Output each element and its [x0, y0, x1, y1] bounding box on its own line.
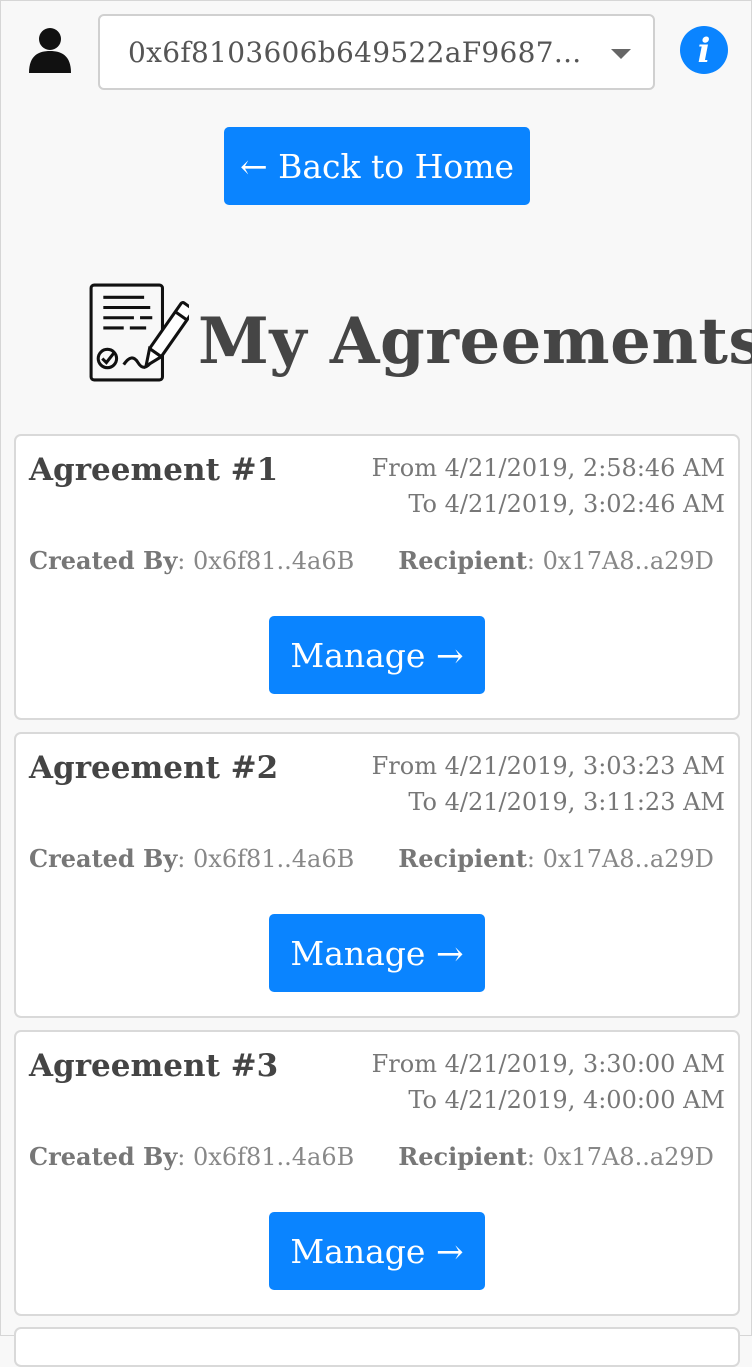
- recipient-value: : 0x17A8..a29D: [526, 845, 714, 873]
- account-select[interactable]: 0x6f8103606b649522aF9687...: [98, 14, 655, 90]
- agreement-title: Agreement #1: [29, 452, 279, 488]
- signed-document-icon: [89, 283, 189, 382]
- agreement-dates: From 4/21/2019, 2:58:46 AM To 4/21/2019,…: [372, 450, 725, 522]
- agreement-meta: Created By: 0x6f81..4a6B Recipient: 0x17A…: [29, 1142, 714, 1171]
- recipient-value: : 0x17A8..a29D: [526, 1143, 714, 1171]
- agreement-title: Agreement #2: [29, 750, 279, 786]
- agreement-to-date: To 4/21/2019, 3:02:46 AM: [408, 490, 725, 518]
- agreement-meta: Created By: 0x6f81..4a6B Recipient: 0x17A…: [29, 546, 714, 575]
- created-by-value: : 0x6f81..4a6B: [177, 547, 355, 575]
- agreement-dates: From 4/21/2019, 3:30:00 AM To 4/21/2019,…: [372, 1046, 725, 1118]
- agreement-meta: Created By: 0x6f81..4a6B Recipient: 0x17A…: [29, 844, 714, 873]
- recipient-label: Recipient: [398, 1142, 527, 1171]
- back-to-home-button[interactable]: ← Back to Home: [224, 127, 530, 205]
- manage-button[interactable]: Manage →: [269, 914, 485, 992]
- agreement-from-date: From 4/21/2019, 2:58:46 AM: [371, 454, 725, 482]
- created-by-label: Created By: [29, 546, 178, 575]
- recipient-value: : 0x17A8..a29D: [526, 547, 714, 575]
- top-bar: 0x6f8103606b649522aF9687... i: [1, 1, 752, 101]
- agreement-to-date: To 4/21/2019, 4:00:00 AM: [408, 1086, 725, 1114]
- page-title: My Agreements: [198, 304, 752, 379]
- recipient-label: Recipient: [398, 844, 527, 873]
- agreement-from-date: From 4/21/2019, 3:30:00 AM: [371, 1050, 725, 1078]
- created-by-label: Created By: [29, 1142, 178, 1171]
- agreement-title: Agreement #3: [29, 1048, 279, 1084]
- user-icon[interactable]: [25, 25, 75, 75]
- created-by-value: : 0x6f81..4a6B: [177, 845, 355, 873]
- manage-button[interactable]: Manage →: [269, 1212, 485, 1290]
- account-select-value: 0x6f8103606b649522aF9687...: [128, 36, 582, 69]
- created-by-value: : 0x6f81..4a6B: [177, 1143, 355, 1171]
- agreement-to-date: To 4/21/2019, 3:11:23 AM: [408, 788, 725, 816]
- manage-button[interactable]: Manage →: [269, 616, 485, 694]
- agreement-dates: From 4/21/2019, 3:03:23 AM To 4/21/2019,…: [372, 748, 725, 820]
- agreement-card: Agreement #2 From 4/21/2019, 3:03:23 AM …: [14, 732, 740, 1018]
- created-by-label: Created By: [29, 844, 178, 873]
- agreement-card: Agreement #3 From 4/21/2019, 3:30:00 AM …: [14, 1030, 740, 1316]
- recipient-label: Recipient: [398, 546, 527, 575]
- agreement-card: Agreement #1 From 4/21/2019, 2:58:46 AM …: [14, 434, 740, 720]
- caret-down-icon: [611, 49, 631, 59]
- agreement-card-partial: [14, 1327, 740, 1367]
- info-icon[interactable]: i: [680, 26, 728, 74]
- agreement-from-date: From 4/21/2019, 3:03:23 AM: [371, 752, 725, 780]
